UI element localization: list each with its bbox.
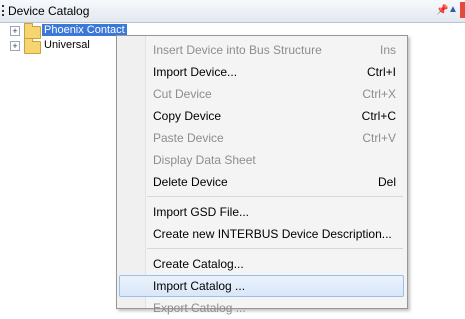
menu-item-shortcut: Del (377, 175, 396, 189)
pin-icon[interactable]: 📌 (436, 5, 448, 16)
folder-icon (24, 38, 41, 54)
tree-node-label[interactable]: Universal (44, 39, 90, 51)
context-menu: Insert Device into Bus Structure Ins Imp… (116, 35, 408, 315)
menu-item-import-device[interactable]: Import Device... Ctrl+I (119, 61, 404, 83)
menu-item-create-catalog[interactable]: Create Catalog... (119, 253, 404, 275)
menu-item-cut-device[interactable]: Cut Device Ctrl+X (119, 83, 404, 105)
menu-item-shortcut: Ctrl+C (361, 109, 396, 123)
menu-item-label: Create new INTERBUS Device Description..… (153, 227, 392, 241)
menu-item-export-catalog[interactable]: Export Catalog ... (119, 297, 404, 319)
menu-separator (147, 196, 403, 197)
expand-icon[interactable]: + (10, 26, 20, 36)
expand-icon[interactable]: + (10, 41, 20, 51)
menu-item-display-data-sheet[interactable]: Display Data Sheet (119, 149, 404, 171)
menu-separator (147, 248, 403, 249)
menu-item-shortcut: Ctrl+I (366, 65, 396, 79)
menu-item-shortcut: Ctrl+X (362, 87, 396, 101)
menu-item-label: Export Catalog ... (153, 301, 246, 315)
menu-item-import-catalog[interactable]: Import Catalog ... (119, 275, 404, 297)
menu-item-delete-device[interactable]: Delete Device Del (119, 171, 404, 193)
menu-item-import-gsd-file[interactable]: Import GSD File... (119, 201, 404, 223)
menu-item-paste-device[interactable]: Paste Device Ctrl+V (119, 127, 404, 149)
menu-item-insert-device[interactable]: Insert Device into Bus Structure Ins (119, 39, 404, 61)
menu-item-label: Display Data Sheet (153, 153, 256, 167)
menu-item-label: Delete Device (153, 175, 228, 189)
menu-item-shortcut: Ins (379, 43, 396, 57)
menu-item-label: Import GSD File... (153, 205, 250, 219)
panel-title-bar: Device Catalog 📌 ▲ (0, 0, 465, 23)
arrow-up-icon[interactable]: ▲ (448, 4, 458, 15)
menu-item-shortcut: Ctrl+V (362, 131, 396, 145)
drag-grip-icon[interactable] (2, 5, 6, 16)
menu-item-label: Insert Device into Bus Structure (153, 43, 322, 57)
menu-item-label: Paste Device (153, 131, 224, 145)
panel-title: Device Catalog (8, 4, 90, 18)
menu-item-label: Import Device... (153, 65, 238, 79)
menu-item-create-interbus-description[interactable]: Create new INTERBUS Device Description..… (119, 223, 404, 245)
menu-item-label: Import Catalog ... (153, 279, 246, 293)
menu-item-label: Copy Device (153, 109, 222, 123)
tree-node-label[interactable]: Phoenix Contact (42, 24, 127, 36)
menu-item-copy-device[interactable]: Copy Device Ctrl+C (119, 105, 404, 127)
menu-item-label: Create Catalog... (153, 257, 244, 271)
menu-item-label: Cut Device (153, 87, 212, 101)
close-icon[interactable] (460, 2, 465, 18)
